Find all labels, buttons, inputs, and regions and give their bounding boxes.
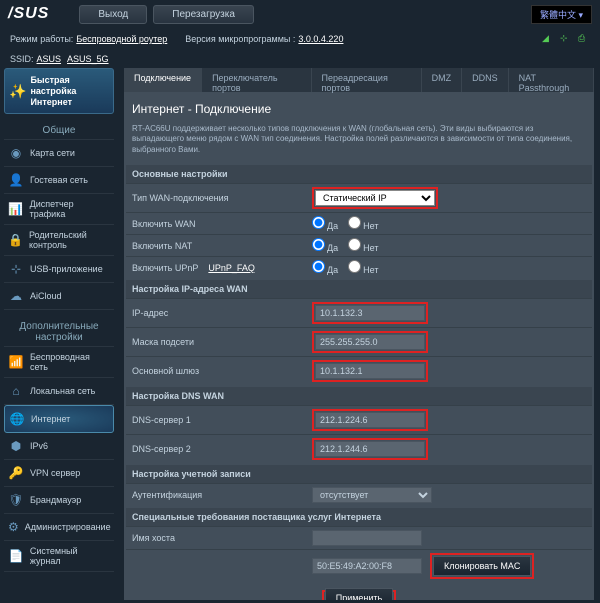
shield-icon: 🛡 [8, 492, 24, 508]
tab-ddns[interactable]: DDNS [462, 68, 509, 92]
ssid1-link[interactable]: ASUS [37, 54, 62, 64]
globe-icon: 🌐 [9, 411, 25, 427]
lock-icon: 🔒 [8, 232, 23, 248]
brand-logo: /SUS [8, 5, 49, 23]
wifi-icon: 📶 [8, 354, 24, 370]
fw-label: Версия микропрограммы : [185, 34, 295, 44]
quick-setup-button[interactable]: ✨ Быстрая настройка Интернет [4, 68, 114, 114]
section-isp: Специальные требования поставщика услуг … [126, 508, 592, 526]
nav-parental[interactable]: 🔒Родительский контроль [4, 225, 114, 256]
mode-link[interactable]: Беспроводной роутер [76, 34, 167, 44]
dns1-input[interactable] [315, 412, 425, 428]
page-title: Интернет - Подключение [126, 94, 592, 124]
vpn-icon: 🔑 [8, 465, 24, 481]
group-general: Общие [4, 122, 114, 140]
nav-guest[interactable]: 👤Гостевая сеть [4, 167, 114, 194]
auth-label: Аутентификация [132, 490, 312, 500]
logout-button[interactable]: Выход [79, 5, 147, 24]
section-dns: Настройка DNS WAN [126, 387, 592, 405]
mode-label: Режим работы: [10, 34, 73, 44]
page-desc: RT-AC66U поддерживает несколько типов по… [126, 124, 592, 163]
wan-type-label: Тип WAN-подключения [132, 193, 312, 203]
wand-icon: ✨ [9, 80, 26, 102]
upnp-no[interactable]: Нет [348, 260, 378, 275]
fw-link[interactable]: 3.0.0.4.220 [298, 34, 343, 44]
signal-icon[interactable]: ◢ [542, 33, 554, 45]
clone-mac-button[interactable]: Клонировать MAC [433, 556, 531, 576]
tab-port-trigger[interactable]: Переключатель портов [202, 68, 311, 92]
print-icon[interactable]: ⎙ [578, 33, 590, 45]
upnp-yes[interactable]: Да [312, 260, 338, 275]
tab-dmz[interactable]: DMZ [422, 68, 463, 92]
log-icon: 📄 [8, 548, 24, 564]
ip-label: IP-адрес [132, 308, 312, 318]
gateway-input[interactable] [315, 363, 425, 379]
nav-syslog[interactable]: 📄Системный журнал [4, 541, 114, 572]
dns2-input[interactable] [315, 441, 425, 457]
section-wan-ip: Настройка IP-адреса WAN [126, 280, 592, 298]
wan-yes[interactable]: Да [312, 216, 338, 231]
home-icon: ⌂ [8, 383, 24, 399]
ssid-label: SSID: [10, 54, 34, 64]
nav-traffic[interactable]: 📊Диспетчер трафика [4, 194, 114, 225]
dns2-label: DNS-сервер 2 [132, 444, 312, 454]
nat-yes[interactable]: Да [312, 238, 338, 253]
nav-internet[interactable]: 🌐Интернет [4, 405, 114, 433]
map-icon: ◉ [8, 145, 24, 161]
guest-icon: 👤 [8, 172, 24, 188]
nav-wireless[interactable]: 📶Беспроводная сеть [4, 347, 114, 378]
gear-icon: ⚙ [8, 519, 19, 535]
usb-icon[interactable]: ⊹ [560, 33, 572, 45]
wan-type-select[interactable]: Статический IP [315, 190, 435, 206]
hostname-input[interactable] [312, 530, 422, 546]
hostname-label: Имя хоста [132, 533, 312, 543]
ssid2-link[interactable]: ASUS_5G [67, 54, 109, 64]
section-basic: Основные настройки [126, 165, 592, 183]
nav-lan[interactable]: ⌂Локальная сеть [4, 378, 114, 405]
enable-nat-label: Включить NAT [132, 241, 312, 251]
enable-upnp-label: Включить UPnP [132, 263, 198, 273]
language-selector[interactable]: 繁體中文 ▾ [531, 5, 592, 24]
nav-admin[interactable]: ⚙Администрирование [4, 514, 114, 541]
section-account: Настройка учетной записи [126, 465, 592, 483]
nav-network-map[interactable]: ◉Карта сети [4, 140, 114, 167]
traffic-icon: 📊 [8, 201, 24, 217]
nav-ipv6[interactable]: ⬢IPv6 [4, 433, 114, 460]
tab-port-forward[interactable]: Переадресация портов [312, 68, 422, 92]
nav-vpn[interactable]: 🔑VPN сервер [4, 460, 114, 487]
tab-connection[interactable]: Подключение [124, 68, 202, 92]
reboot-button[interactable]: Перезагрузка [153, 5, 254, 24]
cloud-icon: ☁ [8, 288, 24, 304]
nav-aicloud[interactable]: ☁AiCloud [4, 283, 114, 310]
wan-no[interactable]: Нет [348, 216, 378, 231]
nat-no[interactable]: Нет [348, 238, 378, 253]
mask-label: Маска подсети [132, 337, 312, 347]
nav-firewall[interactable]: 🛡Брандмауэр [4, 487, 114, 514]
tab-nat[interactable]: NAT Passthrough [509, 68, 594, 92]
mask-input[interactable] [315, 334, 425, 350]
enable-wan-label: Включить WAN [132, 219, 312, 229]
mac-input[interactable] [312, 558, 422, 574]
ip-input[interactable] [315, 305, 425, 321]
apply-button[interactable]: Применить [325, 588, 394, 600]
gateway-label: Основной шлюз [132, 366, 312, 376]
group-advanced: Дополнительные настройки [4, 318, 114, 347]
nav-usb[interactable]: ⊹USB-приложение [4, 256, 114, 283]
auth-select[interactable]: отсутствует [312, 487, 432, 503]
dns1-label: DNS-сервер 1 [132, 415, 312, 425]
ipv6-icon: ⬢ [8, 438, 24, 454]
upnp-faq-link[interactable]: UPnP_FAQ [208, 263, 255, 273]
usb-app-icon: ⊹ [8, 261, 24, 277]
